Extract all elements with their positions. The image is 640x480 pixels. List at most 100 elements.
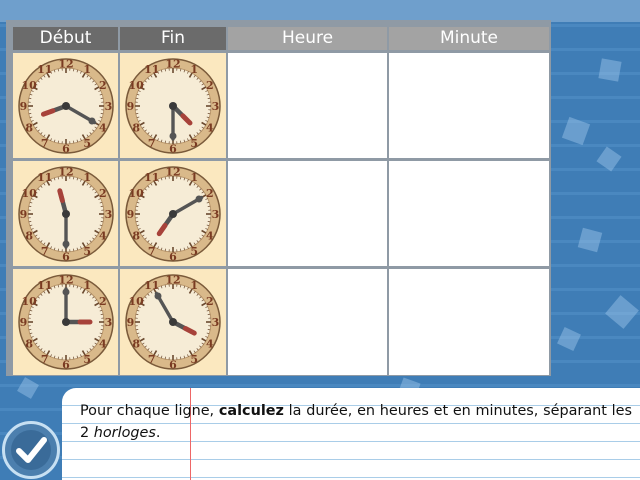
clock-number: 8	[132, 229, 140, 242]
decor-square	[596, 146, 622, 172]
clock-number: 1	[83, 279, 91, 292]
instruction-bold: calculez	[218, 403, 284, 419]
clock-number: 10	[129, 79, 145, 92]
clock-number: 3	[105, 100, 113, 113]
clock-number: 12	[165, 166, 180, 179]
answer-heure-2[interactable]	[228, 161, 387, 266]
clock-icon: 12 12 3 45678 9 10 11	[18, 58, 114, 156]
clock-number: 2	[206, 295, 214, 308]
clock-number: 11	[144, 63, 159, 76]
clock-number: 2	[206, 187, 214, 200]
clock-number: 6	[62, 359, 70, 372]
clock-number: 4	[99, 337, 107, 350]
clock-center	[169, 102, 177, 110]
clock-number: 7	[148, 245, 156, 258]
clock-number: 7	[41, 137, 49, 150]
clock-icon: 12 12 3 45678 9 10 11	[18, 166, 114, 264]
clock-number: 11	[37, 279, 52, 292]
minute-hand-tip	[62, 288, 70, 296]
clock-number: 2	[99, 79, 107, 92]
clock-number: 12	[165, 274, 180, 287]
hour-hand-tip	[57, 188, 65, 203]
decor-square	[577, 227, 603, 253]
clock-number: 9	[127, 100, 135, 113]
header-minute: Minute	[389, 27, 549, 50]
clock-number: 3	[212, 100, 220, 113]
instruction-panel: Pour chaque ligne, calculez la durée, en…	[62, 388, 640, 480]
clock-number: 1	[190, 279, 198, 292]
clock-number: 1	[190, 63, 198, 76]
clock-cell-debut-2: 12 1 2 3 4 5 6 7 8 9 10 11	[13, 161, 118, 266]
top-band	[0, 0, 640, 22]
clock-number: 9	[127, 316, 135, 329]
clock-cell-fin-2: 12 1 2 3 4 5 6 7 8 9 10 11	[120, 161, 226, 266]
clock-number: 11	[37, 171, 52, 184]
clock-icon: 12 12 3 45678 9 10 11	[125, 166, 221, 264]
clock-number: 8	[25, 229, 33, 242]
clock-center	[62, 102, 70, 110]
decor-square	[598, 58, 622, 82]
decor-square	[605, 295, 639, 329]
clock-number: 10	[22, 295, 38, 308]
clock-cell-debut-3: 12 1 2 3 4 5 6 7 8 9 10 11	[13, 269, 118, 375]
clock-number: 7	[41, 245, 49, 258]
clock-number: 6	[169, 359, 177, 372]
answer-minute-1[interactable]	[389, 53, 549, 158]
clock-number: 5	[83, 353, 91, 366]
clock-number: 10	[22, 187, 38, 200]
header-fin: Fin	[120, 27, 226, 50]
clock-number: 7	[41, 353, 49, 366]
clock-number: 3	[212, 316, 220, 329]
header-debut: Début	[13, 27, 118, 50]
minute-hand-tip	[195, 195, 203, 203]
clock-icon: 12 12 3 45678 9 10 11	[125, 274, 221, 372]
validate-button[interactable]	[2, 421, 60, 479]
answer-heure-3[interactable]	[228, 269, 387, 375]
clock-center	[169, 318, 177, 326]
clock-cell-fin-1: 12 1 2 3 4 5 6 7 8 9 10 11	[120, 53, 226, 158]
clock-number: 3	[105, 316, 113, 329]
clock-number: 2	[99, 187, 107, 200]
answer-minute-3[interactable]	[389, 269, 549, 375]
clock-number: 5	[190, 137, 198, 150]
clock-number: 9	[20, 208, 28, 221]
checkmark-icon	[11, 430, 51, 470]
clock-number: 1	[190, 171, 198, 184]
clock-number: 6	[62, 251, 70, 264]
clock-number: 6	[169, 143, 177, 156]
clock-cell-debut-1: 12 1 2 3 4 5 6 7 8 9 10 11	[13, 53, 118, 158]
instruction-text: Pour chaque ligne, calculez la durée, en…	[80, 403, 632, 441]
clock-number: 10	[22, 79, 38, 92]
clock-number: 11	[144, 171, 159, 184]
clock-number: 10	[129, 295, 145, 308]
clock-number: 5	[83, 137, 91, 150]
answer-heure-1[interactable]	[228, 53, 387, 158]
answer-minute-2[interactable]	[389, 161, 549, 266]
clock-center	[62, 318, 70, 326]
clock-number: 5	[190, 245, 198, 258]
clock-number: 5	[190, 353, 198, 366]
clock-center	[62, 210, 70, 218]
clock-number: 1	[83, 63, 91, 76]
clock-number: 12	[165, 58, 180, 71]
clock-number: 1	[83, 171, 91, 184]
clock-number: 4	[206, 337, 214, 350]
clock-number: 2	[206, 79, 214, 92]
minute-hand-tip	[169, 132, 177, 140]
exercise-table: Début Fin Heure Minute 12 1 2 3 4 5 6 7 8 9 10 11 1…	[6, 20, 551, 376]
clock-number: 12	[58, 58, 73, 71]
clock-number: 3	[105, 208, 113, 221]
minute-hand-tip	[154, 292, 162, 300]
clock-number: 6	[62, 143, 70, 156]
clock-number: 9	[127, 208, 135, 221]
clock-number: 7	[148, 353, 156, 366]
decor-square	[561, 116, 591, 146]
instruction-italic: horloges	[93, 425, 156, 441]
header-heure: Heure	[228, 27, 387, 50]
clock-center	[169, 210, 177, 218]
clock-number: 8	[25, 337, 33, 350]
clock-number: 11	[144, 279, 159, 292]
decor-square	[17, 377, 39, 399]
clock-number: 10	[129, 187, 145, 200]
clock-number: 3	[212, 208, 220, 221]
